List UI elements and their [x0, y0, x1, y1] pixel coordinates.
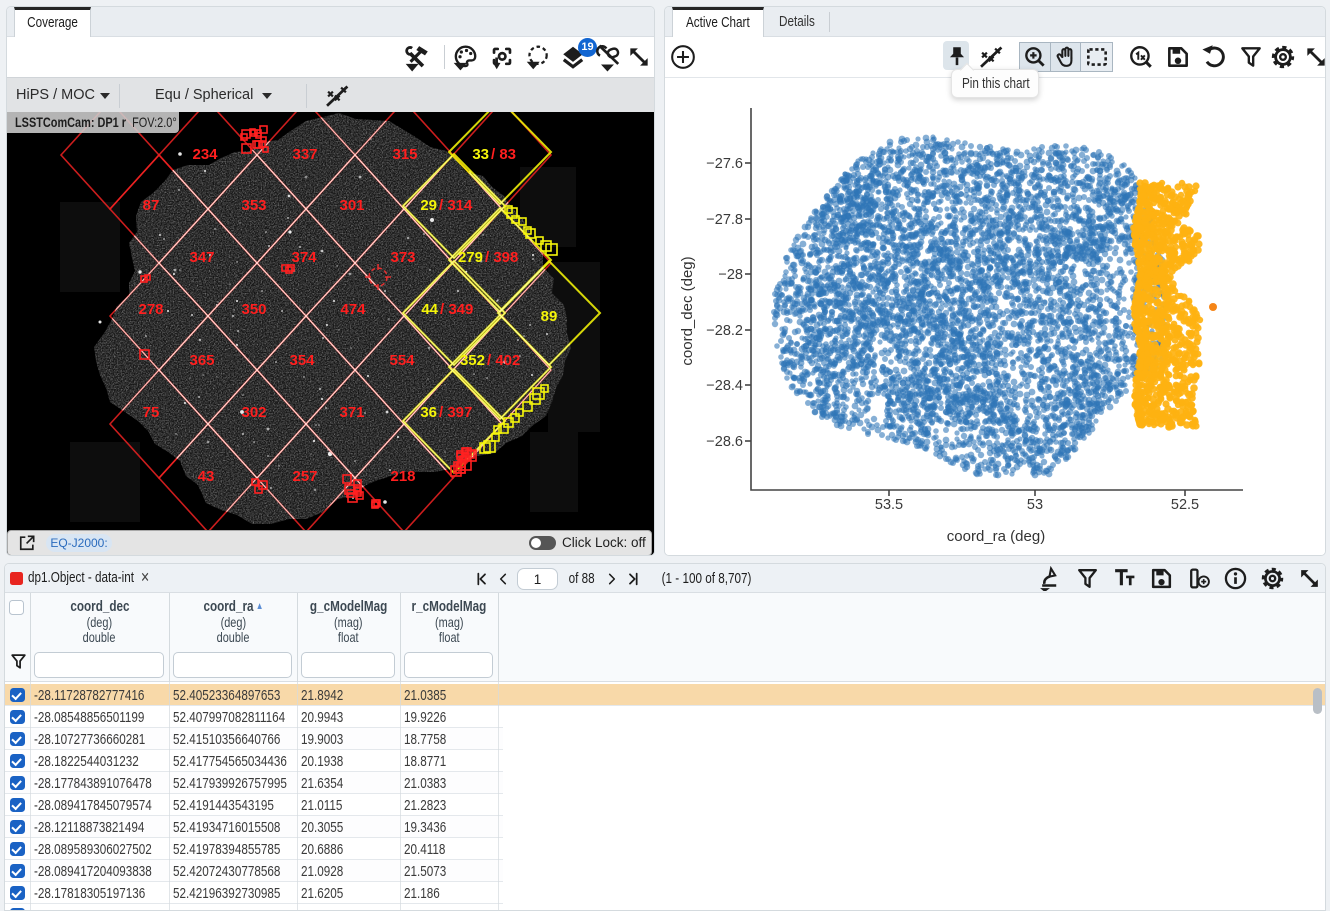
svg-text:365: 365 — [189, 352, 214, 369]
svg-text:352: 352 — [460, 352, 485, 369]
svg-text:/ 398: / 398 — [485, 249, 518, 266]
svg-text:350: 350 — [241, 301, 266, 318]
svg-text:373: 373 — [390, 249, 415, 266]
svg-text:89: 89 — [541, 308, 558, 325]
svg-text:354: 354 — [289, 352, 315, 369]
svg-text:75: 75 — [143, 404, 160, 421]
svg-text:337: 337 — [292, 146, 317, 163]
svg-text:371: 371 — [339, 404, 364, 421]
svg-text:353: 353 — [241, 197, 266, 214]
svg-text:/ 397: / 397 — [439, 404, 472, 421]
svg-text:29: 29 — [420, 197, 437, 214]
svg-text:/ 349: / 349 — [440, 301, 473, 318]
svg-text:554: 554 — [389, 352, 415, 369]
svg-text:374: 374 — [291, 249, 317, 266]
svg-text:474: 474 — [340, 301, 366, 318]
svg-text:278: 278 — [138, 301, 163, 318]
svg-text:43: 43 — [198, 468, 215, 485]
svg-text:44: 44 — [421, 301, 438, 318]
svg-text:257: 257 — [292, 468, 317, 485]
svg-text:87: 87 — [143, 197, 160, 214]
svg-text:36: 36 — [420, 404, 437, 421]
svg-text:302: 302 — [241, 404, 266, 421]
svg-text:/ 83: / 83 — [491, 146, 516, 163]
svg-text:279: 279 — [458, 249, 483, 266]
svg-text:/ 402: / 402 — [487, 352, 520, 369]
svg-text:315: 315 — [392, 146, 417, 163]
svg-text:/ 314: / 314 — [439, 197, 473, 214]
svg-text:301: 301 — [339, 197, 364, 214]
svg-text:33: 33 — [472, 146, 489, 163]
svg-text:218: 218 — [390, 468, 415, 485]
svg-text:347: 347 — [189, 249, 214, 266]
svg-text:234: 234 — [192, 146, 218, 163]
